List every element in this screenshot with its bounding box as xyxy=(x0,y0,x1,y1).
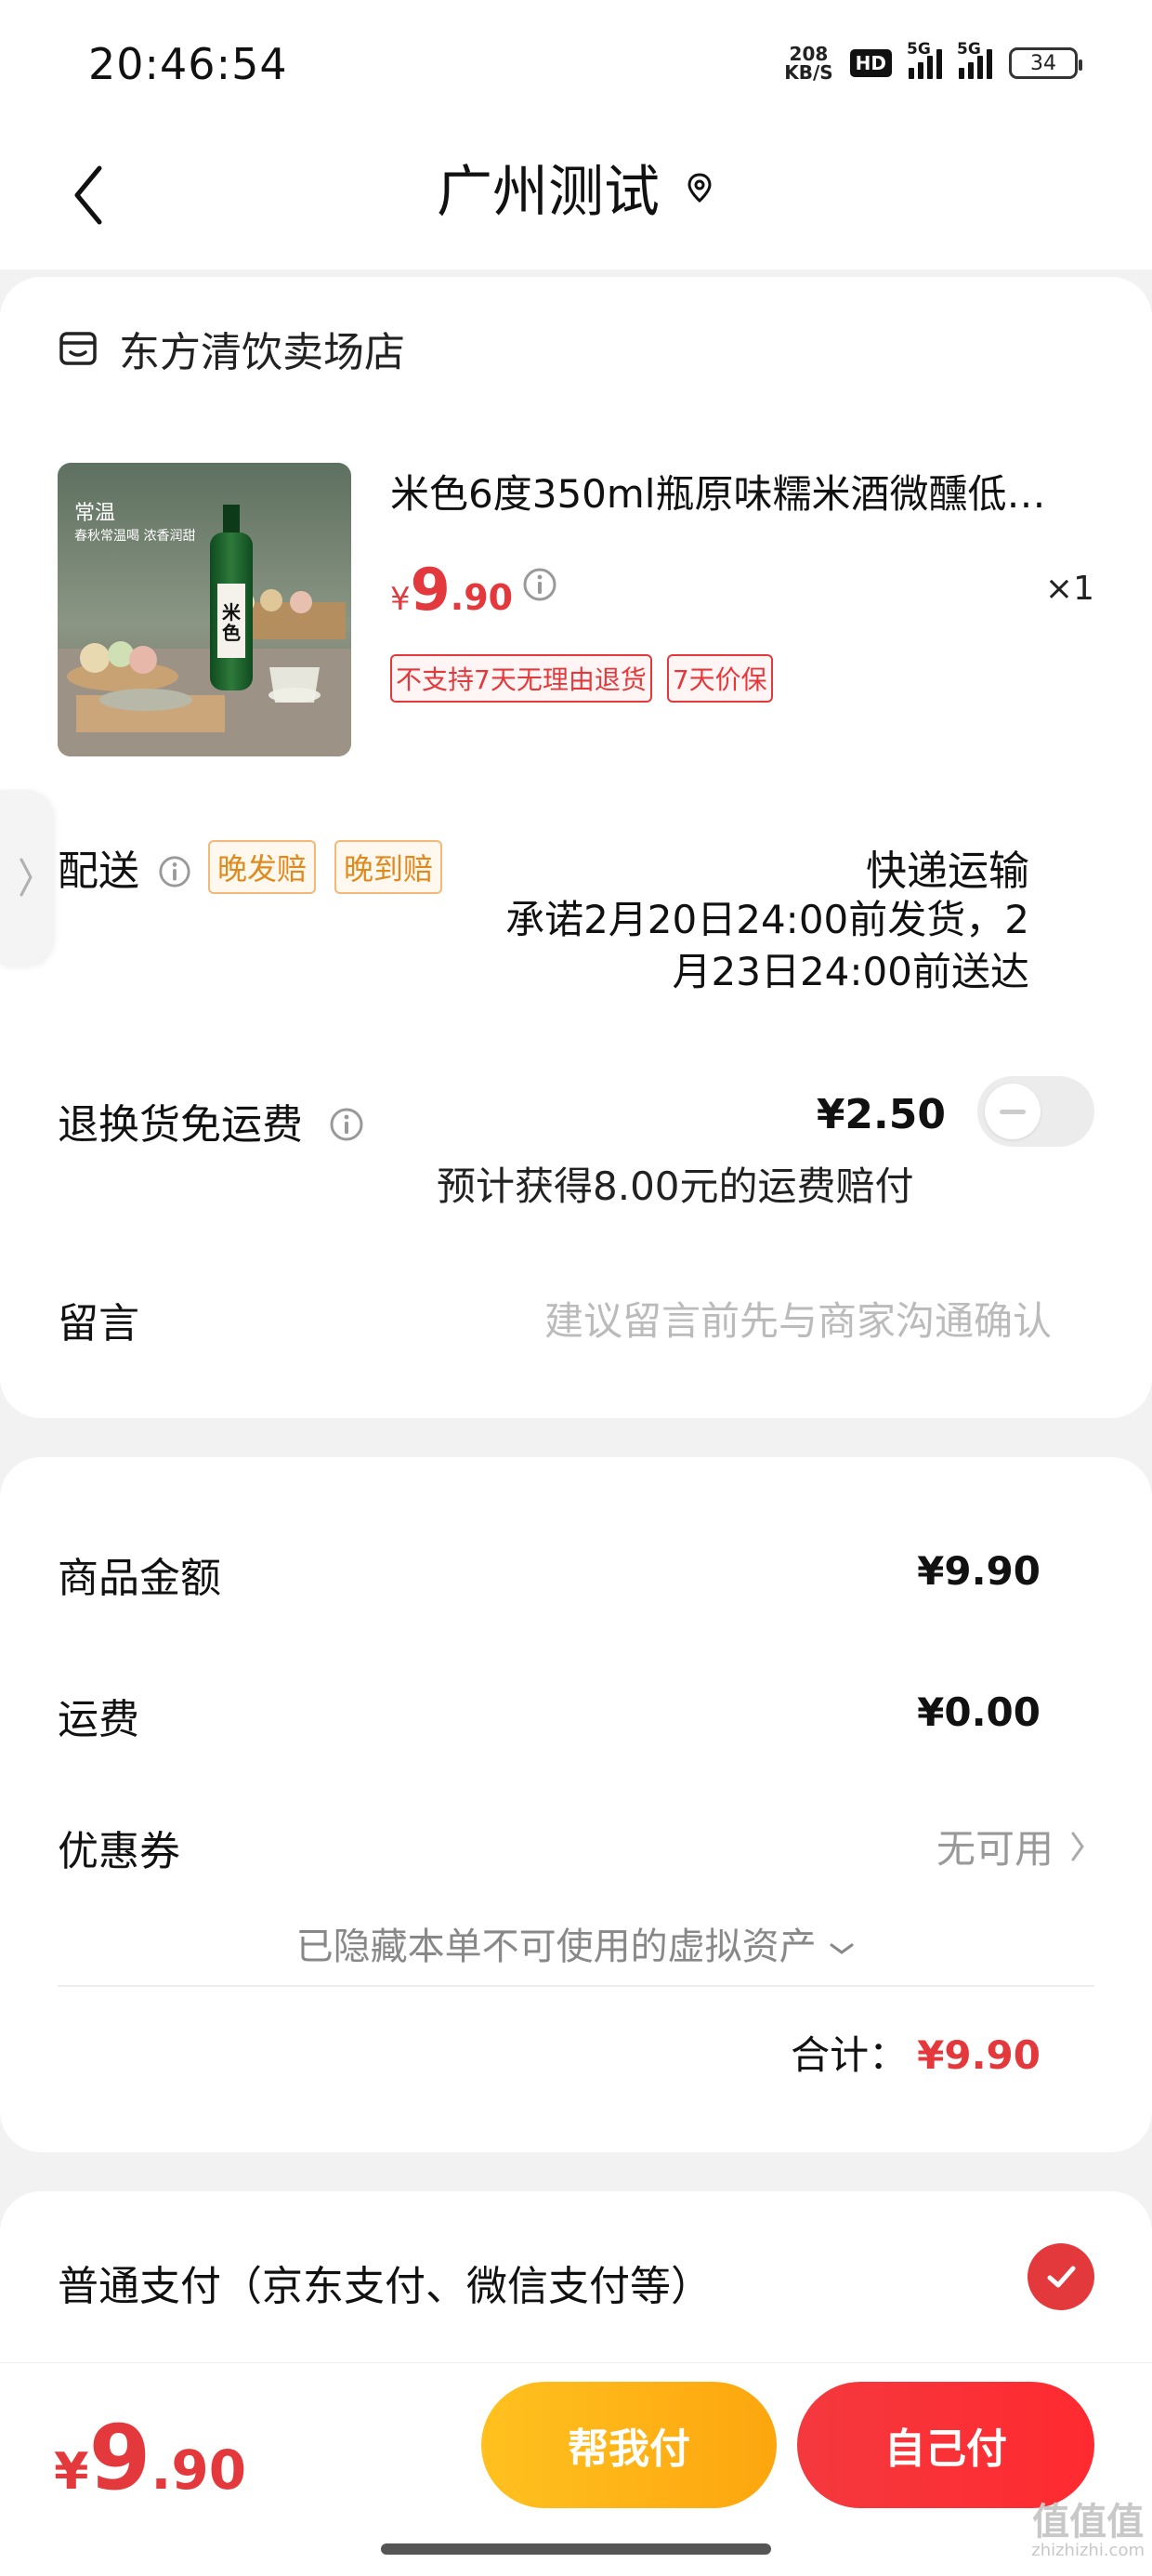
goods-amount-value: ¥9.90 xyxy=(917,1548,1041,1594)
product-tags: 不支持7天无理由退货 7天价保 xyxy=(390,654,773,703)
watermark-url: zhizhizhi.com xyxy=(1031,2541,1145,2560)
message-label: 留言 xyxy=(58,1300,139,1347)
total-row: 合计： ¥9.90 xyxy=(791,2024,1041,2081)
tag-late-ship: 晚发赔 xyxy=(208,840,317,894)
watermark-text: 值值值 xyxy=(1032,2501,1145,2543)
divider xyxy=(58,1985,1094,1987)
battery-icon: 34 xyxy=(1009,47,1082,79)
bottom-price-currency: ¥ xyxy=(54,2442,89,2501)
status-icons: 208 KB/S HD 5G 5G 34 xyxy=(784,40,1082,82)
shop-icon xyxy=(59,332,97,365)
coupon-label: 优惠券 xyxy=(58,1828,180,1875)
total-value: ¥9.90 xyxy=(917,2032,1041,2078)
shop-row[interactable]: 东方清饮卖场店 xyxy=(58,319,405,378)
side-expand-tab[interactable] xyxy=(0,790,52,965)
return-info-icon[interactable] xyxy=(329,1105,363,1141)
status-bar: 20:46:54 208 KB/S HD 5G 5G 34 xyxy=(0,0,1152,130)
location-pin-icon[interactable] xyxy=(684,172,715,204)
shipping-fee-value: ¥0.00 xyxy=(917,1689,1041,1735)
price-integer: 9 xyxy=(410,556,451,624)
signal-label: 5G xyxy=(907,40,931,59)
delivery-row: 配送 晚发赔 晚到赔 xyxy=(58,837,443,897)
price-currency: ¥ xyxy=(390,581,411,618)
delivery-label: 配送 xyxy=(58,848,139,895)
price-decimal: .90 xyxy=(450,577,514,618)
delivery-promise: 承诺2月20日24:00前发货，2 月23日24:00前送达 xyxy=(463,894,1029,998)
signal-icon: 5G xyxy=(907,40,942,79)
self-pay-button[interactable]: 自己付 xyxy=(797,2382,1094,2508)
price-info-icon[interactable] xyxy=(522,567,557,606)
battery-level: 34 xyxy=(1030,51,1056,75)
order-card: 东方清饮卖场店 常温 春秋常温喝 浓香润甜 米色 米色6度350ml瓶原味糯米酒… xyxy=(0,277,1152,1418)
signal-label-2: 5G xyxy=(957,40,981,59)
delivery-info-icon[interactable] xyxy=(158,851,190,887)
watermark: 值值值 zhizhizhi.com xyxy=(1031,2504,1145,2561)
product-price: ¥ 9 .90 xyxy=(390,556,513,624)
return-shipping-row: 退换货免运费 xyxy=(58,1091,363,1150)
product-image-caption-sub: 春秋常温喝 浓香润甜 xyxy=(74,529,196,544)
tag-no-return: 不支持7天无理由退货 xyxy=(390,654,652,703)
shipping-fee-label: 运费 xyxy=(58,1696,139,1743)
goods-amount-label: 商品金额 xyxy=(58,1555,221,1602)
bottom-action-bar: ¥ 9 .90 帮我付 自己付 xyxy=(0,2362,1152,2576)
shop-name: 东方清饮卖场店 xyxy=(119,329,405,376)
tag-price-protect: 7天价保 xyxy=(666,654,773,703)
title-wrap: 广州测试 xyxy=(0,147,1152,228)
status-time: 20:46:54 xyxy=(88,39,288,89)
home-indicator[interactable] xyxy=(381,2543,771,2555)
chevron-right-icon xyxy=(20,858,33,897)
bottom-price-decimal: .90 xyxy=(151,2438,247,2502)
delivery-method[interactable]: 快递运输 xyxy=(866,837,1029,897)
tag-late-arrive: 晚到赔 xyxy=(334,840,443,894)
message-input[interactable]: 建议留言前先与商家沟通确认 xyxy=(544,1290,1052,1347)
delivery-promise-line2: 月23日24:00前送达 xyxy=(672,949,1029,994)
total-label: 合计： xyxy=(791,2032,909,2078)
return-shipping-label: 退换货免运费 xyxy=(58,1101,303,1149)
return-shipping-note: 预计获得8.00元的运费赔付 xyxy=(437,1163,914,1209)
bottle-label-text: 米色 xyxy=(222,601,241,644)
bottom-price-integer: 9 xyxy=(88,2406,151,2510)
hidden-assets-toggle[interactable]: 已隐藏本单不可使用的虚拟资产 xyxy=(0,1916,1152,1970)
product-quantity: ×1 xyxy=(1044,570,1094,608)
product-image-caption-title: 常温 xyxy=(74,502,116,525)
coupon-selector[interactable]: 无可用 xyxy=(936,1818,1085,1874)
return-shipping-toggle[interactable] xyxy=(977,1076,1094,1147)
hidden-assets-text: 已隐藏本单不可使用的虚拟资产 xyxy=(295,1925,817,1968)
network-speed-value: 208 xyxy=(789,43,829,65)
summary-card: 商品金额 ¥9.90 运费 ¥0.00 优惠券 无可用 已隐藏本单不可使用的虚拟… xyxy=(0,1457,1152,2152)
network-speed-unit: KB/S xyxy=(784,61,833,84)
product-title[interactable]: 米色6度350ml瓶原味糯米酒微醺低… xyxy=(390,463,1096,519)
bottom-total-price: ¥ 9 .90 xyxy=(54,2406,246,2510)
signal-icon-2: 5G xyxy=(957,40,992,79)
title-bar: 广州测试 xyxy=(0,130,1152,269)
payment-selected-check-icon[interactable] xyxy=(1028,2243,1094,2310)
chevron-down-icon xyxy=(830,1943,854,1954)
product-image[interactable]: 常温 春秋常温喝 浓香润甜 米色 xyxy=(58,463,351,756)
delivery-promise-line1: 承诺2月20日24:00前发货，2 xyxy=(505,897,1029,942)
return-shipping-price: ¥2.50 xyxy=(816,1091,946,1138)
toggle-knob xyxy=(985,1084,1041,1139)
coupon-value: 无可用 xyxy=(936,1826,1054,1872)
hd-icon: HD xyxy=(849,49,892,77)
network-speed: 208 KB/S xyxy=(784,45,832,82)
chevron-right-icon xyxy=(1071,1832,1084,1860)
page-title: 广州测试 xyxy=(437,160,660,225)
help-pay-button[interactable]: 帮我付 xyxy=(481,2382,777,2508)
payment-method-label[interactable]: 普通支付（京东支付、微信支付等） xyxy=(58,2253,712,2312)
